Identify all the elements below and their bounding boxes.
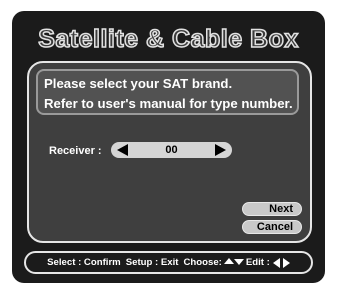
instruction-line-1: Please select your SAT brand. (44, 76, 233, 91)
instruction-message-box: Please select your SAT brand. Refer to u… (36, 69, 299, 115)
footer-edit-hint: Edit : (245, 257, 270, 268)
receiver-value: 00 (165, 144, 178, 156)
up-down-arrows-icon (223, 257, 244, 268)
triangle-right-icon[interactable] (215, 144, 226, 156)
footer-choose-hint: Choose: (183, 257, 222, 268)
footer-setup-hint: Setup : Exit (125, 257, 179, 268)
next-button[interactable]: Next (242, 202, 302, 216)
footer-select-hint: Select : Confirm (47, 257, 121, 268)
triangle-left-icon[interactable] (117, 144, 128, 156)
menu-title: Satellite & Cable Box (37, 24, 299, 54)
main-panel: Please select your SAT brand. Refer to u… (27, 61, 312, 243)
triangle-right-icon (282, 257, 290, 268)
instruction-line-2: Refer to user's manual for type number. (44, 96, 293, 111)
triangle-left-icon (272, 257, 280, 268)
receiver-selector[interactable]: 00 (111, 142, 232, 158)
tv-menu-screen: Satellite & Cable Box Please select your… (12, 11, 325, 283)
receiver-label: Receiver : (49, 145, 102, 157)
footer-help-bar: Select : Confirm Setup : Exit Choose: Ed… (24, 251, 313, 274)
cancel-button[interactable]: Cancel (242, 220, 302, 234)
